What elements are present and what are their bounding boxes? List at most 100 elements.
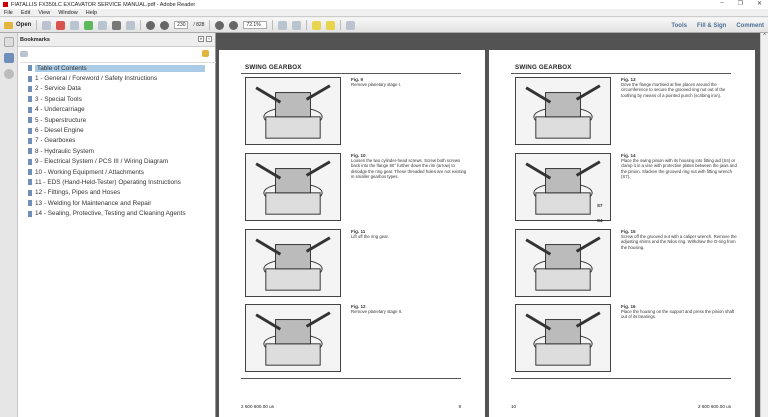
figure-caption: Fig. 12 Remove planetary stage II.	[351, 304, 467, 314]
bookmark-item[interactable]: 14 - Sealing, Protective, Testing and Cl…	[20, 208, 217, 218]
minimize-button[interactable]: –	[720, 0, 723, 7]
bookmark-label: 11 - EDS (Hand-Held-Tester) Operating In…	[35, 178, 181, 186]
collapse-panel-button[interactable]: «	[198, 36, 204, 42]
figure-text: Remove planetary stage I.	[351, 82, 402, 88]
next-page-icon[interactable]	[160, 20, 170, 30]
footer-rule	[241, 378, 461, 379]
pdf-page-right: SWING GEARBOX Fig. 13 Drive the flange mo…	[489, 50, 755, 417]
callout-label: S7	[597, 203, 603, 208]
bookmark-icon	[28, 127, 32, 134]
figure-caption: Fig. 11 Lift off the ring gear.	[351, 229, 467, 239]
sticky-note-icon[interactable]	[312, 20, 322, 30]
figure-image	[245, 229, 341, 297]
total-pages: / 828	[193, 22, 205, 28]
bookmarks-panel: Bookmarks «› Table of Contents 1 - Genera…	[18, 33, 217, 417]
figure-caption: Fig. 14 Place the swing pinion with its h…	[621, 153, 737, 179]
fit-width-icon[interactable]	[292, 20, 302, 30]
bookmark-label: 8 - Hydraulic System	[35, 147, 94, 155]
bookmark-item[interactable]: 6 - Diesel Engine	[20, 125, 217, 135]
separator	[306, 20, 308, 30]
menu-help[interactable]: Help	[86, 10, 97, 16]
bookmark-icon	[28, 189, 32, 196]
bookmark-label: 13 - Welding for Maintenance and Repair	[35, 199, 152, 207]
figure-text: Lift off the ring gear.	[351, 234, 389, 240]
bookmark-item[interactable]: 13 - Welding for Maintenance and Repair	[20, 198, 217, 208]
open-button[interactable]: Open	[4, 21, 31, 29]
edit-icon[interactable]	[70, 20, 80, 30]
upload-icon[interactable]	[84, 20, 94, 30]
previous-page-icon[interactable]	[146, 20, 156, 30]
bookmark-item[interactable]: 12 - Fittings, Pipes and Hoses	[20, 188, 217, 198]
menu-view[interactable]: View	[38, 10, 50, 16]
folder-icon	[4, 21, 13, 29]
toolbar: Open 230 / 828 72.1%	[0, 18, 768, 33]
separator	[140, 20, 142, 30]
comment-button[interactable]: Comment	[736, 23, 764, 29]
bookmark-item[interactable]: 7 - Gearboxes	[20, 136, 217, 146]
separator	[272, 20, 274, 30]
figure-caption: Fig. 13 Drive the flange mortised at five…	[621, 77, 737, 98]
figure-text: Screw off the grooved nut with a caliper…	[621, 234, 737, 250]
save-icon[interactable]	[98, 20, 108, 30]
print-icon[interactable]	[112, 20, 122, 30]
bookmark-item[interactable]: Table of Contents	[20, 63, 217, 73]
bookmark-item[interactable]: 8 - Hydraulic System	[20, 146, 217, 156]
figure-image	[245, 304, 341, 372]
footer-rule	[511, 378, 731, 379]
bookmark-label: Table of Contents	[35, 64, 205, 72]
figure-image	[515, 77, 611, 145]
page-heading: SWING GEARBOX	[515, 64, 572, 71]
adobe-reader-icon	[3, 2, 8, 7]
close-button[interactable]: ✕	[757, 0, 762, 7]
bookmark-icon	[28, 179, 32, 186]
doc-number: 2 600 600.00 us	[698, 404, 731, 409]
page-number: 9	[458, 404, 461, 409]
fit-page-icon[interactable]	[278, 20, 288, 30]
menu-bar: File Edit View Window Help	[0, 9, 768, 17]
bookmark-item[interactable]: 3 - Special Tools	[20, 94, 217, 104]
bookmark-item[interactable]: 2 - Service Data	[20, 84, 217, 94]
highlight-icon[interactable]	[326, 20, 336, 30]
zoom-out-icon[interactable]	[215, 20, 225, 30]
menu-window[interactable]: Window	[58, 10, 78, 16]
separator	[340, 20, 342, 30]
bookmark-item[interactable]: 9 - Electrical System / PCS III / Wiring…	[20, 157, 217, 167]
zoom-select[interactable]: 72.1%	[243, 21, 268, 29]
bookmark-item[interactable]: 1 - General / Foreword / Safety Instruct…	[20, 73, 217, 83]
restore-button[interactable]: ❐	[738, 0, 743, 7]
email-icon[interactable]	[126, 20, 136, 30]
navigation-pane-icons	[0, 33, 18, 417]
bookmarks-title: Bookmarks	[20, 36, 50, 43]
figure-image	[515, 153, 611, 221]
bookmark-label: 9 - Electrical System / PCS III / Wiring…	[35, 158, 169, 166]
tools-button[interactable]: Tools	[671, 23, 687, 29]
pdf-icon[interactable]	[56, 20, 66, 30]
figure-text: Place the housing on the support and pre…	[621, 309, 735, 320]
bookmark-label: 5 - Superstructure	[35, 116, 87, 124]
figure-image	[515, 229, 611, 297]
vertical-scrollbar[interactable]: ^	[760, 33, 768, 417]
doc-number: 2 600 600.00 us	[241, 404, 274, 409]
figure-caption: Fig. 9 Remove planetary stage I.	[351, 77, 467, 87]
bookmark-item[interactable]: 5 - Superstructure	[20, 115, 217, 125]
options-menu-icon[interactable]	[20, 50, 28, 57]
bookmark-label: 4 - Undercarriage	[35, 106, 85, 114]
zoom-in-icon[interactable]	[229, 20, 239, 30]
create-icon[interactable]	[42, 20, 52, 30]
page-number-input[interactable]: 230	[174, 21, 189, 29]
header-rule	[241, 73, 461, 74]
menu-file[interactable]: File	[4, 10, 13, 16]
separator	[209, 20, 211, 30]
fill-sign-button[interactable]: Fill & Sign	[697, 23, 726, 29]
bookmark-item[interactable]: 11 - EDS (Hand-Held-Tester) Operating In…	[20, 177, 217, 187]
panel-options-button[interactable]: ›	[206, 36, 212, 42]
bookmark-item[interactable]: 10 - Working Equipment / Attachments	[20, 167, 217, 177]
page-thumbnails-icon[interactable]	[3, 37, 14, 47]
full-screen-icon[interactable]	[346, 20, 356, 30]
bookmarks-icon[interactable]	[3, 53, 14, 63]
attachments-icon[interactable]	[3, 69, 14, 79]
expand-bookmark-icon[interactable]	[202, 50, 209, 57]
bookmark-icon	[28, 169, 32, 176]
menu-edit[interactable]: Edit	[21, 10, 30, 16]
bookmark-item[interactable]: 4 - Undercarriage	[20, 105, 217, 115]
